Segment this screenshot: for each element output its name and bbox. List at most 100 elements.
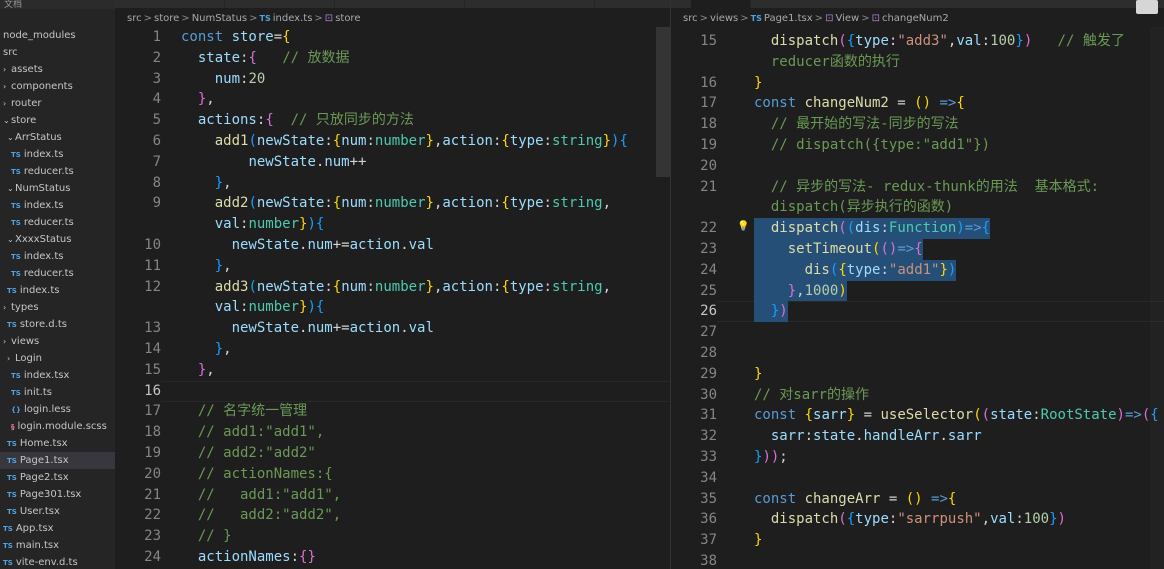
tree-file[interactable]: TS reducer.ts bbox=[0, 163, 115, 180]
code-editor[interactable]: 15 dispatch({type:"add3",val:100}) // 触发… bbox=[671, 27, 1164, 569]
code-line[interactable]: 25 },1000) bbox=[671, 280, 1164, 302]
tree-file[interactable]: TS index.tsx bbox=[0, 367, 115, 384]
tree-file[interactable]: TS store.d.ts bbox=[0, 316, 115, 333]
tree-file[interactable]: TS index.ts bbox=[0, 248, 115, 265]
tree-folder[interactable]: ⌄XxxxStatus bbox=[0, 231, 115, 248]
tree-file[interactable]: TS index.ts bbox=[0, 197, 115, 214]
code-line[interactable]: 15 dispatch({type:"add3",val:100}) // 触发… bbox=[671, 31, 1164, 52]
code-line[interactable]: 33})); bbox=[671, 447, 1164, 468]
tree-file[interactable]: TS Home.tsx bbox=[0, 435, 115, 452]
code-line[interactable]: 3 num:20 bbox=[115, 69, 670, 90]
code-line[interactable]: 31 const {sarr} = useSelector((state:Root… bbox=[671, 405, 1164, 426]
code-line[interactable]: 28 bbox=[671, 343, 1164, 364]
breadcrumb-item[interactable]: View bbox=[835, 13, 859, 24]
vertical-scrollbar[interactable] bbox=[1150, 27, 1164, 569]
code-line[interactable]: 15 }, bbox=[115, 360, 670, 381]
code-line[interactable]: 29} bbox=[671, 364, 1164, 385]
code-line[interactable]: 13 newState.num+=action.val bbox=[115, 318, 670, 339]
tree-folder[interactable]: › views bbox=[0, 333, 115, 350]
scrollbar-thumb[interactable] bbox=[656, 27, 670, 177]
breadcrumb-item[interactable]: views bbox=[710, 13, 738, 24]
code-line[interactable]: 26 }) bbox=[671, 301, 1164, 323]
code-line[interactable]: 22 // add2:"add2", bbox=[115, 505, 670, 526]
code-line[interactable]: 9 add2(newState:{num:number},action:{typ… bbox=[115, 193, 670, 214]
code-line[interactable]: 1 const store={ bbox=[115, 27, 670, 48]
code-line[interactable]: 10 newState.num+=action.val bbox=[115, 235, 670, 256]
code-line[interactable]: 18 // add1:"add1", bbox=[115, 422, 670, 443]
code-line[interactable]: 8 }, bbox=[115, 173, 670, 194]
code-line[interactable]: 34 bbox=[671, 468, 1164, 489]
breadcrumb-item[interactable]: store bbox=[335, 13, 360, 24]
tab[interactable] bbox=[225, 0, 335, 8]
tree-file[interactable]: TS Page301.tsx bbox=[0, 486, 115, 503]
code-line[interactable]: val:number}){ bbox=[115, 297, 670, 318]
tree-folder[interactable]: ⌄ArrStatus bbox=[0, 129, 115, 146]
tree-file[interactable]: TS index.ts bbox=[0, 282, 115, 299]
code-line[interactable]: 35 const changeArr = () =>{ bbox=[671, 489, 1164, 510]
breadcrumb-item[interactable]: src bbox=[683, 13, 698, 24]
code-line[interactable]: 11 }, bbox=[115, 256, 670, 277]
vertical-scrollbar[interactable] bbox=[656, 27, 670, 569]
tree-file[interactable]: {} login.less bbox=[0, 401, 115, 418]
breadcrumb-item[interactable]: index.ts bbox=[273, 13, 313, 24]
tree-file[interactable]: TS User.tsx bbox=[0, 503, 115, 520]
code-line[interactable]: 23 setTimeout(()=>{ bbox=[671, 239, 1164, 260]
code-line[interactable]: 19 // add2:"add2" bbox=[115, 443, 670, 464]
code-line[interactable]: 30 // 对sarr的操作 bbox=[671, 385, 1164, 406]
breadcrumb-item[interactable]: Page1.tsx bbox=[764, 13, 813, 24]
code-line[interactable]: 20 // actionNames:{ bbox=[115, 464, 670, 485]
tree-file[interactable]: TS main.tsx bbox=[0, 537, 115, 554]
code-line[interactable]: 38 bbox=[671, 551, 1164, 569]
breadcrumb-item[interactable]: changeNum2 bbox=[882, 13, 949, 24]
tree-folder[interactable]: › router bbox=[0, 95, 115, 112]
tree-folder[interactable]: › types bbox=[0, 299, 115, 316]
code-line[interactable]: 2 state:{ // 放数据 bbox=[115, 48, 670, 69]
code-line[interactable]: 21 // add1:"add1", bbox=[115, 485, 670, 506]
code-line[interactable]: dispatch(异步执行的函数) bbox=[671, 197, 1164, 218]
code-line[interactable]: 27 bbox=[671, 322, 1164, 343]
tab[interactable] bbox=[465, 0, 595, 8]
tree-file[interactable]: TS reducer.ts bbox=[0, 214, 115, 231]
code-line[interactable]: 4 }, bbox=[115, 89, 670, 110]
code-line[interactable]: 17 // 名字统一管理 bbox=[115, 401, 670, 422]
tree-folder[interactable]: › assets bbox=[0, 61, 115, 78]
code-line[interactable]: 18 // 最开始的写法-同步的写法 bbox=[671, 114, 1164, 135]
tree-file[interactable]: TS vite-env.d.ts bbox=[0, 554, 115, 569]
code-line[interactable]: 5 actions:{ // 只放同步的方法 bbox=[115, 110, 670, 131]
code-line[interactable]: 16} bbox=[671, 73, 1164, 94]
code-line[interactable]: 7 newState.num++ bbox=[115, 152, 670, 173]
tree-file[interactable]: TS Page1.tsx bbox=[0, 452, 115, 469]
breadcrumb-item[interactable]: src bbox=[127, 13, 142, 24]
code-line[interactable]: 14 }, bbox=[115, 339, 670, 360]
code-line[interactable]: 23 // } bbox=[115, 526, 670, 547]
code-line[interactable]: 24 dis({type:"add1"}) bbox=[671, 259, 1164, 281]
breadcrumb-item[interactable]: NumStatus bbox=[192, 13, 247, 24]
code-line[interactable]: 24 actionNames:{} bbox=[115, 547, 670, 568]
tree-folder[interactable]: ⌄store bbox=[0, 112, 115, 129]
tree-folder[interactable]: ⌄NumStatus bbox=[0, 180, 115, 197]
code-line[interactable]: val:number}){ bbox=[115, 214, 670, 235]
tab[interactable] bbox=[335, 0, 465, 8]
code-line[interactable]: 20 bbox=[671, 156, 1164, 177]
code-line[interactable]: 19 // dispatch({type:"add1"}) bbox=[671, 135, 1164, 156]
tree-file[interactable]: § login.module.scss bbox=[0, 418, 115, 435]
tab-active[interactable] bbox=[691, 0, 751, 8]
tree-folder[interactable]: › Login bbox=[0, 350, 115, 367]
tree-folder[interactable]: node_modules bbox=[0, 27, 115, 44]
breadcrumb-item[interactable]: store bbox=[154, 13, 179, 24]
tree-file[interactable]: TS Page2.tsx bbox=[0, 469, 115, 486]
tab[interactable] bbox=[115, 0, 225, 8]
code-line[interactable]: 6 add1(newState:{num:number},action:{typ… bbox=[115, 131, 670, 152]
tree-file[interactable]: TS init.ts bbox=[0, 384, 115, 401]
code-line[interactable]: 32 sarr:state.handleArr.sarr bbox=[671, 426, 1164, 447]
code-line[interactable]: 12 add3(newState:{num:number},action:{ty… bbox=[115, 277, 670, 298]
code-editor[interactable]: 1 const store={2 state:{ // 放数据 3 num:20 4 … bbox=[115, 27, 670, 569]
tree-file[interactable]: TS index.ts bbox=[0, 146, 115, 163]
lightbulb-icon[interactable]: 💡 bbox=[737, 221, 749, 232]
code-line[interactable]: 21 // 异步的写法- redux-thunk的用法 基本格式: bbox=[671, 177, 1164, 198]
code-line[interactable]: 37} bbox=[671, 530, 1164, 551]
tree-folder[interactable]: › components bbox=[0, 78, 115, 95]
code-line[interactable]: 36 dispatch({type:"sarrpush",val:100}) bbox=[671, 509, 1164, 530]
tree-file[interactable]: TS App.tsx bbox=[0, 520, 115, 537]
code-line[interactable]: reducer函数的执行 bbox=[671, 52, 1164, 73]
